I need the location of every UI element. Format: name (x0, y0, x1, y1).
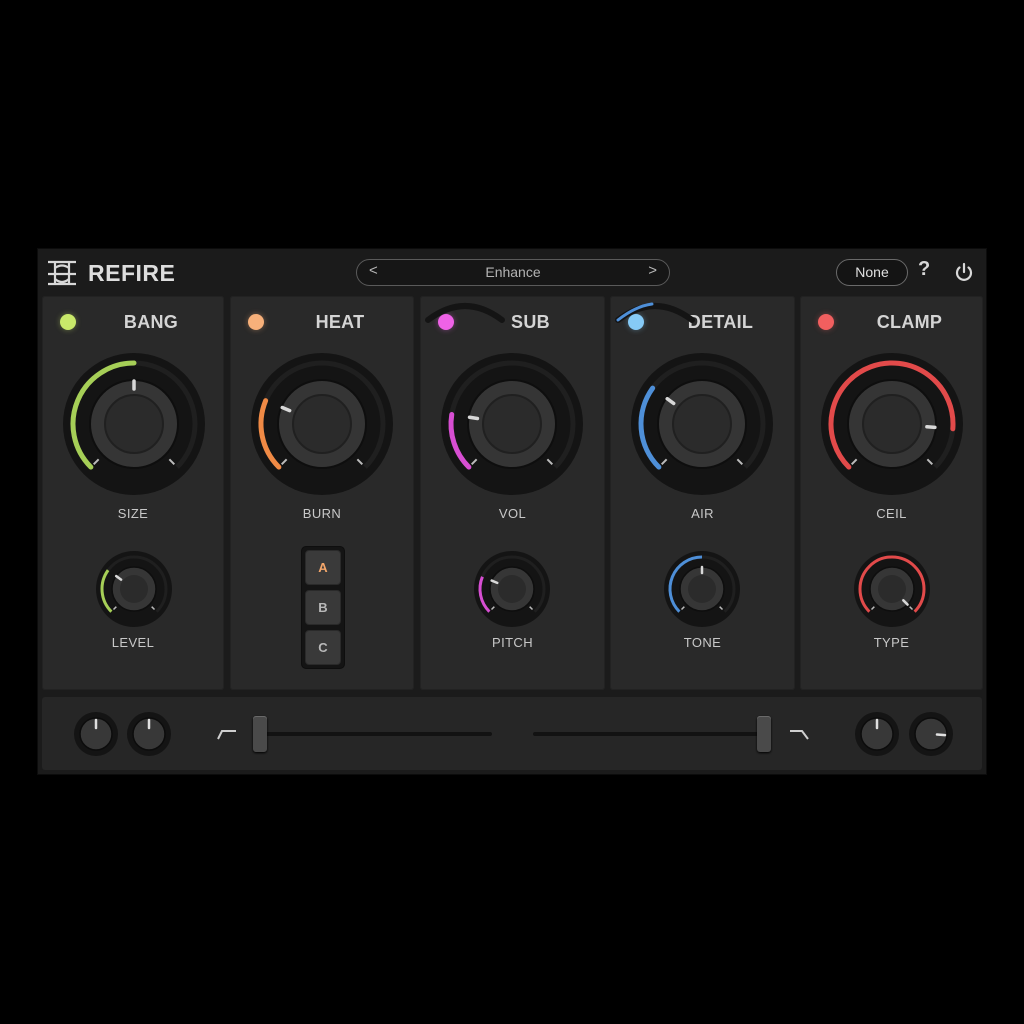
knob-pointer (925, 424, 937, 430)
knob-cap (688, 575, 716, 603)
size-label: SIZE (117, 506, 149, 521)
module-led[interactable] (248, 314, 264, 330)
high-cut-slider-thumb[interactable] (757, 716, 771, 752)
type-knob[interactable] (852, 549, 932, 629)
module-led[interactable] (818, 314, 834, 330)
power-icon[interactable] (953, 261, 975, 283)
module-heat: HEAT BURN A B C (230, 296, 414, 690)
mix-knob[interactable] (854, 711, 900, 757)
refire-logo-icon (48, 260, 76, 286)
knob-cap (292, 394, 352, 454)
module-clamp: CLAMP CEIL TYPE (800, 296, 983, 690)
knob-cap (482, 394, 542, 454)
option-c-button[interactable]: C (305, 630, 341, 665)
output-knob[interactable] (908, 711, 954, 757)
knob-cap (878, 575, 906, 603)
module-sub: SUB VOL PITCH (420, 296, 605, 690)
high-cut-icon (790, 730, 809, 740)
module-led[interactable] (60, 314, 76, 330)
ceil-label: CEIL (876, 506, 907, 521)
knob-cap (498, 575, 526, 603)
air-knob[interactable] (629, 351, 775, 497)
vol-label: VOL (498, 506, 527, 521)
option-a-button[interactable]: A (305, 550, 341, 585)
knob-cap (672, 394, 732, 454)
app-title: REFIRE (88, 260, 176, 286)
plugin-window: REFIRE < Enhance > None ? BANG SIZE LEVE… (37, 248, 987, 775)
tone-label: TONE (683, 635, 722, 650)
low-cut-slider-track[interactable] (258, 732, 492, 736)
drive-knob[interactable] (126, 711, 172, 757)
low-cut-slider-thumb[interactable] (253, 716, 267, 752)
level-knob[interactable] (94, 549, 174, 629)
none-button[interactable]: None (836, 259, 908, 286)
type-label: TYPE (873, 635, 910, 650)
pitch-knob[interactable] (472, 549, 552, 629)
size-knob[interactable] (61, 351, 207, 497)
help-button[interactable]: ? (918, 258, 930, 281)
module-detail: DETAIL AIR TONE (610, 296, 795, 690)
burn-knob[interactable] (249, 351, 395, 497)
tone-range-arc (615, 302, 695, 323)
high-cut-slider-track[interactable] (533, 732, 767, 736)
air-label: AIR (691, 506, 714, 521)
level-label: LEVEL (111, 635, 155, 650)
module-bang: BANG SIZE LEVEL (42, 296, 224, 690)
module-title: HEAT (315, 312, 365, 332)
knob-pointer (467, 415, 480, 421)
bottom-bar (42, 697, 982, 770)
ceil-knob[interactable] (819, 351, 965, 497)
input-knob[interactable] (73, 711, 119, 757)
top-bar: REFIRE < Enhance > None ? (38, 249, 988, 295)
preset-name[interactable]: Enhance (357, 264, 669, 280)
burn-label: BURN (302, 506, 342, 521)
pitch-range-arc (425, 303, 505, 323)
knob-cap (862, 394, 922, 454)
module-title: CLAMP (876, 312, 943, 332)
abc-selector: A B C (301, 546, 345, 669)
vol-knob[interactable] (439, 351, 585, 497)
module-title: BANG (123, 312, 179, 332)
tone-knob[interactable] (662, 549, 742, 629)
preset-next-button[interactable]: > (648, 262, 657, 279)
pitch-label: PITCH (492, 635, 533, 650)
knob-cap (104, 394, 164, 454)
low-cut-icon (217, 730, 236, 740)
knob-cap (120, 575, 148, 603)
knob-pointer (935, 733, 947, 737)
preset-selector[interactable]: < Enhance > (356, 259, 670, 286)
range-track (425, 303, 505, 323)
option-b-button[interactable]: B (305, 590, 341, 625)
